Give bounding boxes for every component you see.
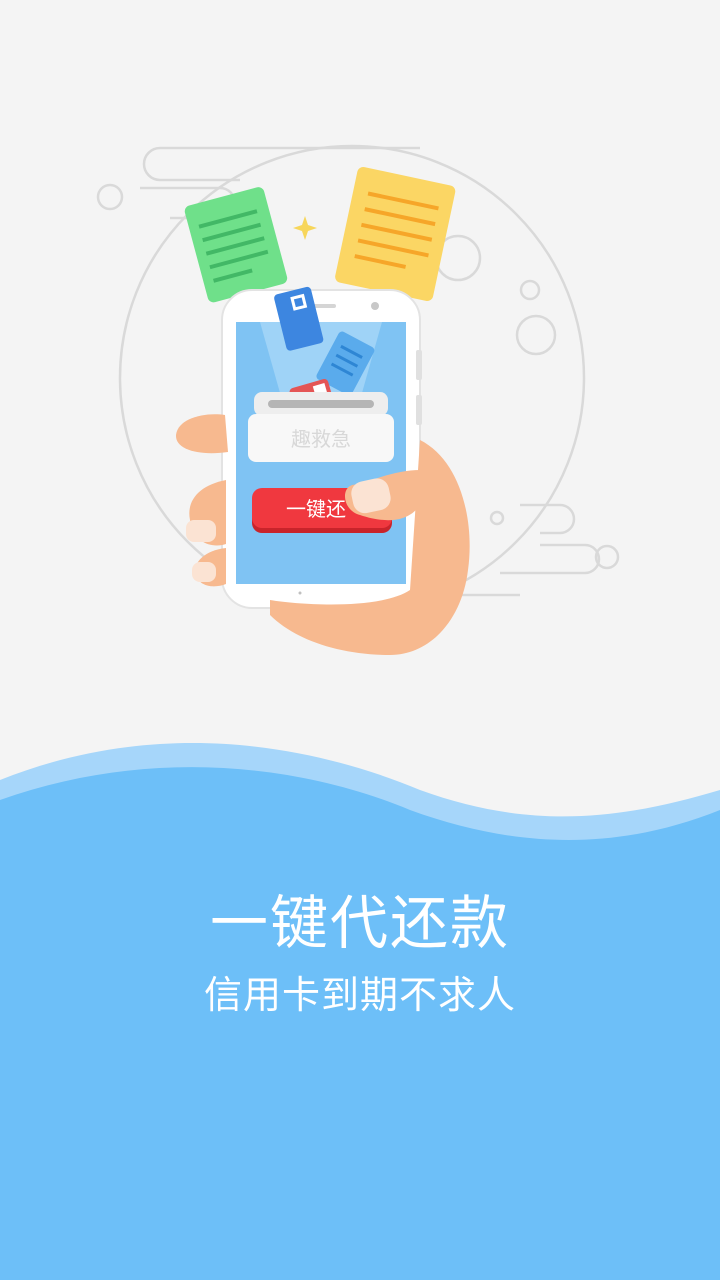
sparkle-icon (293, 216, 317, 240)
fingernail-icon (192, 562, 216, 582)
green-document-icon (184, 187, 288, 303)
onboarding-subline: 信用卡到期不求人 (203, 973, 516, 1017)
onboarding-screen: 趣救急 一键还 一键代还款 信用卡到期不求人 (0, 0, 720, 1280)
card-slot-box: 趣救急 (248, 392, 394, 462)
phone-button-label: 一键还 (286, 497, 346, 521)
fingernail-icon (186, 520, 216, 542)
repayment-illustration: 趣救急 一键还 (96, 144, 620, 655)
onboarding-headline: 一键代还款 (209, 889, 510, 957)
yellow-document-icon (335, 167, 456, 302)
phone-card-label: 趣救急 (291, 427, 351, 451)
